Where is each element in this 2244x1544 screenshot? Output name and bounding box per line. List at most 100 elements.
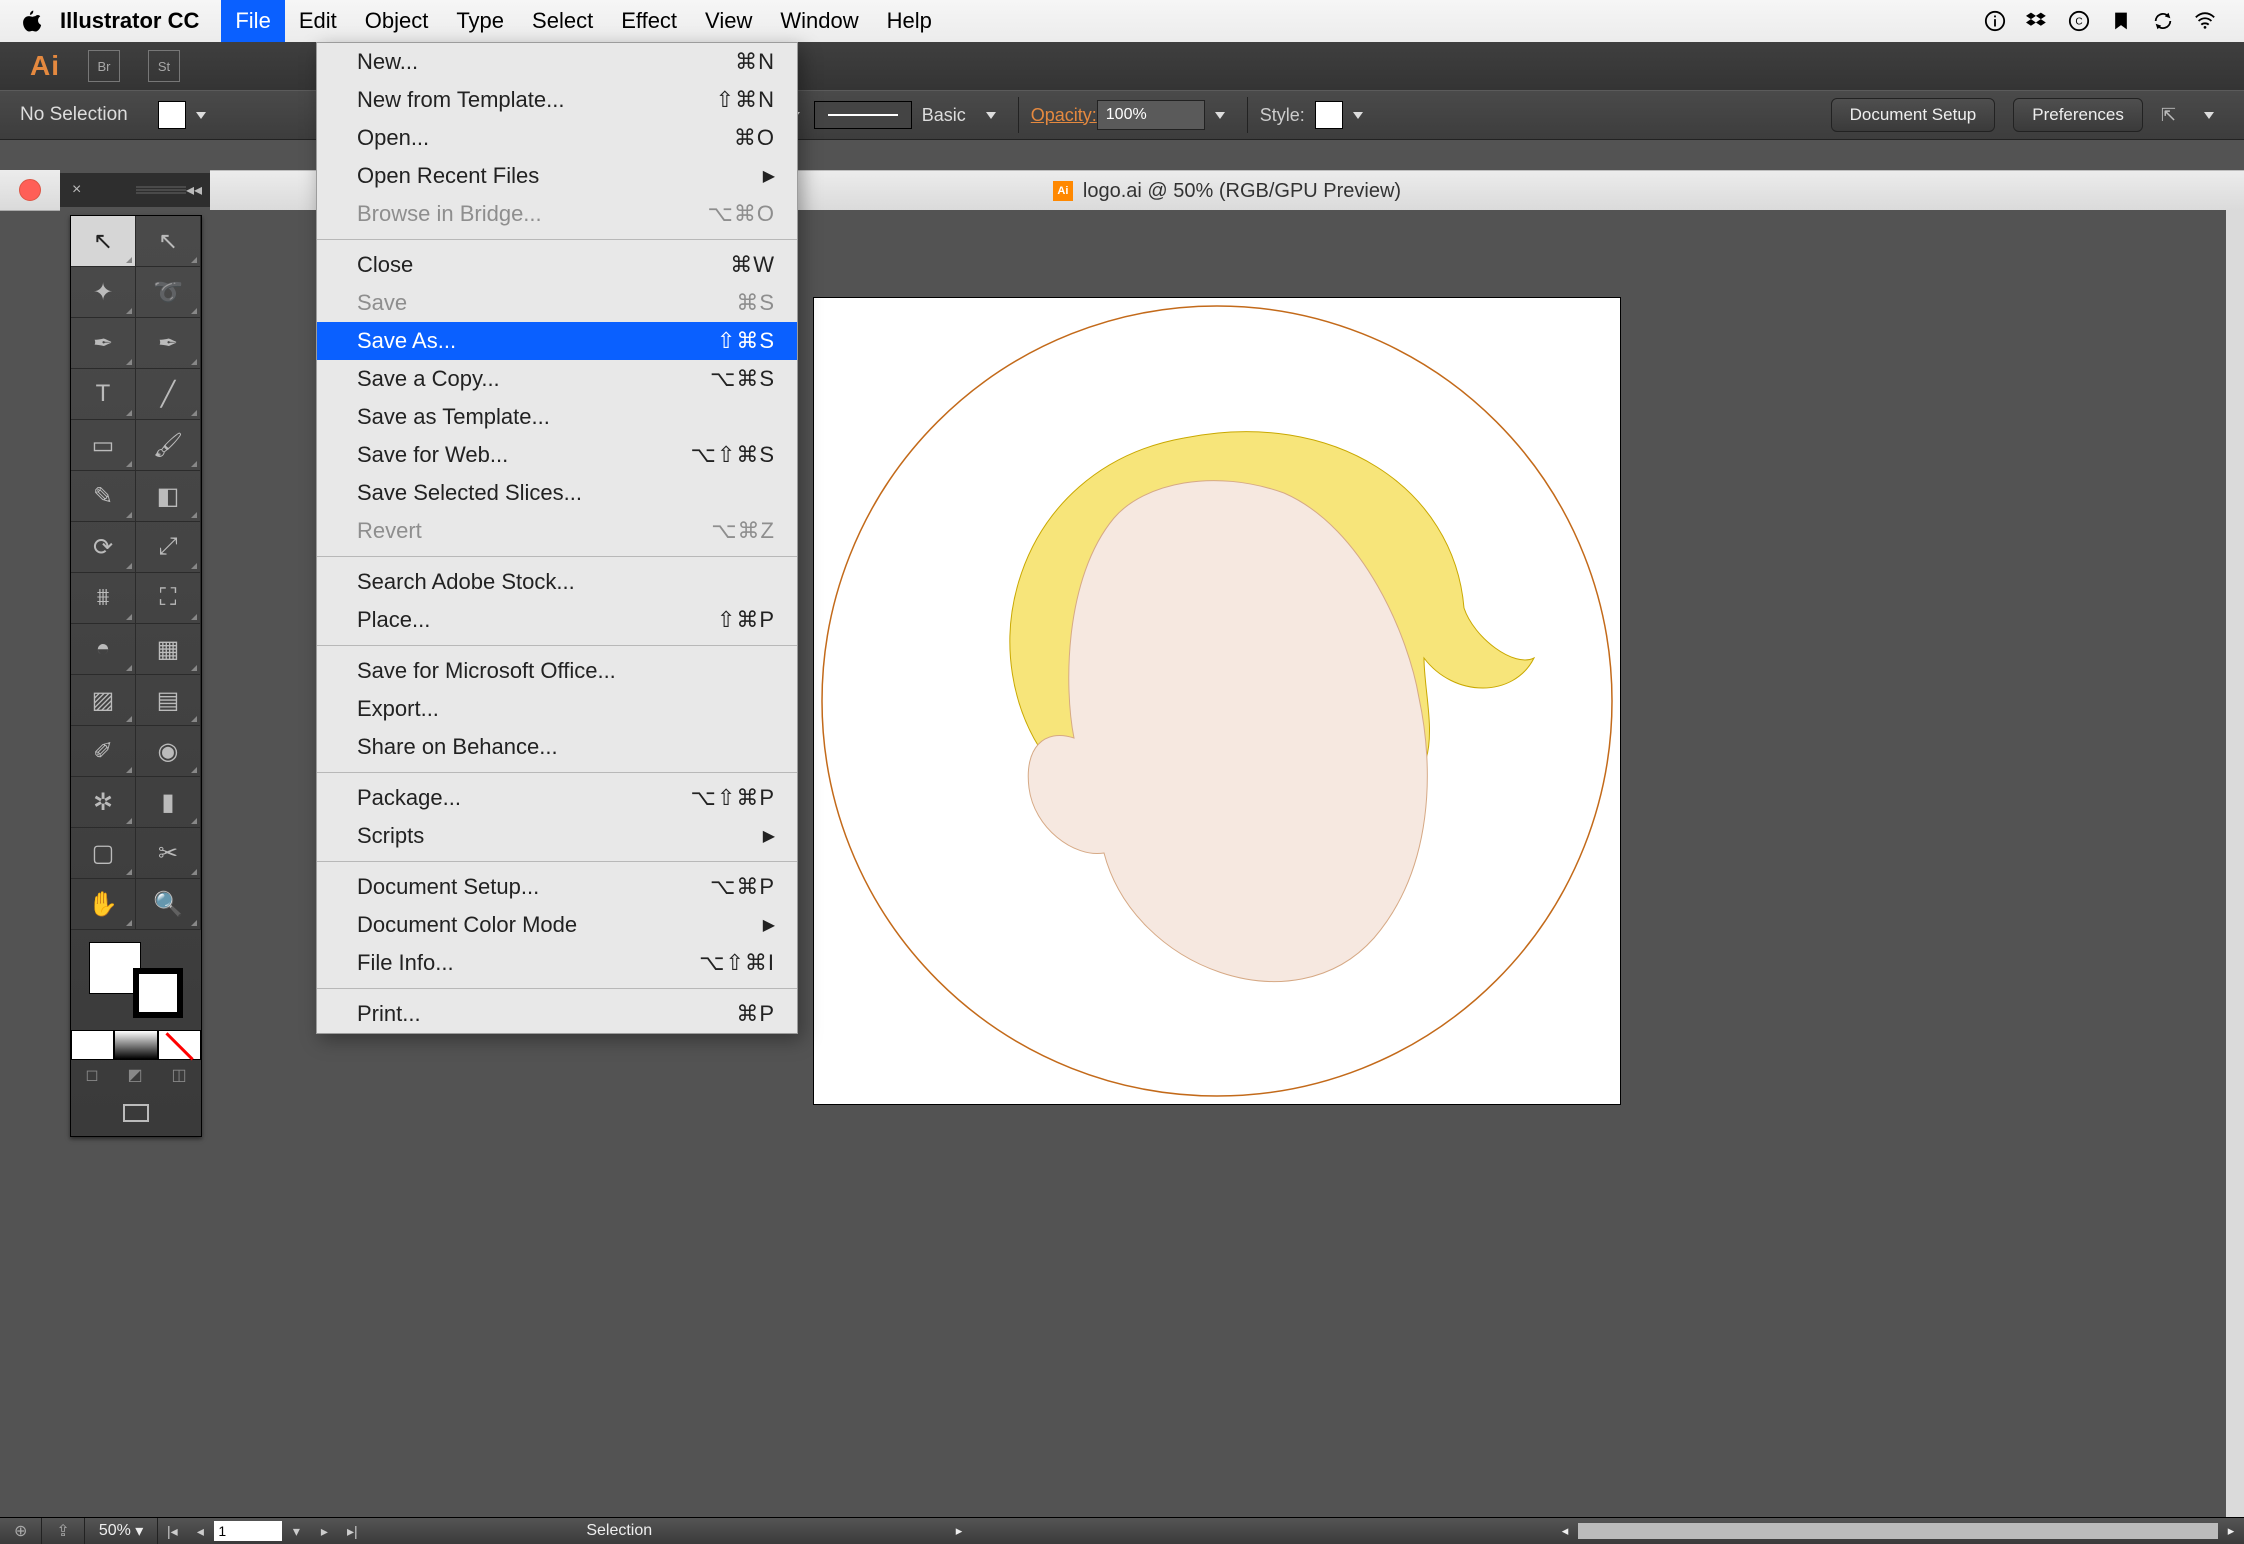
- symbol-sprayer-tool[interactable]: ✲: [71, 777, 136, 828]
- curvature-tool[interactable]: ✒: [136, 318, 201, 369]
- mesh-tool[interactable]: ▨: [71, 675, 136, 726]
- cc-icon[interactable]: C: [2068, 10, 2090, 32]
- shape-builder-tool[interactable]: ◓: [71, 624, 136, 675]
- artboard[interactable]: [814, 298, 1620, 1104]
- menu-item-close[interactable]: Close⌘W: [317, 246, 797, 284]
- close-panel-icon[interactable]: ×: [72, 181, 81, 199]
- menu-item-save-for-microsoft-office[interactable]: Save for Microsoft Office...: [317, 652, 797, 690]
- hand-tool[interactable]: ✋: [71, 879, 136, 930]
- artboard-tool[interactable]: ▢: [71, 828, 136, 879]
- gradient-tool[interactable]: ▤: [136, 675, 201, 726]
- pin-icon[interactable]: ⇱: [2161, 105, 2176, 126]
- free-transform-tool[interactable]: ⛶: [136, 573, 201, 624]
- brush-dropdown-icon[interactable]: [986, 112, 996, 119]
- nav-first-button[interactable]: |◂: [158, 1518, 186, 1544]
- nav-next-button[interactable]: ▸: [310, 1518, 338, 1544]
- menu-select[interactable]: Select: [518, 0, 607, 42]
- info-icon[interactable]: [1984, 10, 2006, 32]
- menu-type[interactable]: Type: [442, 0, 518, 42]
- width-tool[interactable]: ⩩: [71, 573, 136, 624]
- menu-item-save-as[interactable]: Save As...⇧⌘S: [317, 322, 797, 360]
- brush-sample[interactable]: [814, 101, 912, 129]
- document-setup-button[interactable]: Document Setup: [1831, 98, 1996, 132]
- lasso-tool[interactable]: ➰: [136, 267, 201, 318]
- menu-item-search-adobe-stock[interactable]: Search Adobe Stock...: [317, 563, 797, 601]
- fill-dropdown-icon[interactable]: [196, 112, 206, 119]
- color-mode-solid[interactable]: [71, 1030, 114, 1060]
- eraser-tool[interactable]: ◧: [136, 471, 201, 522]
- menu-item-scripts[interactable]: Scripts▶: [317, 817, 797, 855]
- menu-item-open[interactable]: Open...⌘O: [317, 119, 797, 157]
- menu-item-export[interactable]: Export...: [317, 690, 797, 728]
- graph-tool[interactable]: ▮: [136, 777, 201, 828]
- menu-item-save-as-template[interactable]: Save as Template...: [317, 398, 797, 436]
- menu-item-share-on-behance[interactable]: Share on Behance...: [317, 728, 797, 766]
- nav-last-button[interactable]: ▸|: [338, 1518, 366, 1544]
- menu-edit[interactable]: Edit: [285, 0, 351, 42]
- stock-button[interactable]: St: [148, 50, 180, 82]
- bridge-button[interactable]: Br: [88, 50, 120, 82]
- scale-tool[interactable]: ⤢: [136, 522, 201, 573]
- statusbar-scroll[interactable]: ▸◂▸: [946, 1523, 2244, 1539]
- opacity-input[interactable]: [1097, 100, 1205, 130]
- menu-item-new-from-template[interactable]: New from Template...⇧⌘N: [317, 81, 797, 119]
- blend-tool[interactable]: ◉: [136, 726, 201, 777]
- menu-item-document-color-mode[interactable]: Document Color Mode▶: [317, 906, 797, 944]
- magic-wand-tool[interactable]: ✦: [71, 267, 136, 318]
- menu-item-file-info[interactable]: File Info...⌥⇧⌘I: [317, 944, 797, 982]
- page-field[interactable]: 1: [214, 1521, 282, 1541]
- menu-view[interactable]: View: [691, 0, 766, 42]
- screen-mode-button[interactable]: [71, 1090, 201, 1136]
- direct-selection-tool[interactable]: ↖: [136, 216, 201, 267]
- apple-logo-icon[interactable]: [0, 10, 60, 32]
- color-mode-gradient[interactable]: [114, 1030, 157, 1060]
- menu-item-document-setup[interactable]: Document Setup...⌥⌘P: [317, 868, 797, 906]
- menu-item-open-recent-files[interactable]: Open Recent Files▶: [317, 157, 797, 195]
- eyedropper-tool[interactable]: ✐: [71, 726, 136, 777]
- draw-normal-icon[interactable]: ◻: [85, 1065, 98, 1085]
- close-window-button[interactable]: [19, 179, 41, 201]
- preferences-button[interactable]: Preferences: [2013, 98, 2143, 132]
- dropbox-icon[interactable]: [2026, 10, 2048, 32]
- stroke-color[interactable]: [133, 968, 183, 1018]
- wifi-icon[interactable]: [2194, 10, 2216, 32]
- paintbrush-tool[interactable]: 🖌: [136, 420, 201, 471]
- pencil-tool[interactable]: ✎: [71, 471, 136, 522]
- menu-window[interactable]: Window: [766, 0, 872, 42]
- draw-inside-icon[interactable]: ◫: [171, 1065, 186, 1085]
- menu-effect[interactable]: Effect: [607, 0, 691, 42]
- statusbar-export-icon[interactable]: ⇪: [42, 1518, 84, 1544]
- draw-behind-icon[interactable]: ◩: [128, 1065, 143, 1085]
- rectangle-tool[interactable]: ▭: [71, 420, 136, 471]
- panel-handle[interactable]: × ◂◂: [60, 173, 210, 207]
- selection-mode[interactable]: Selection: [586, 1522, 652, 1540]
- color-mode-none[interactable]: [158, 1030, 201, 1060]
- style-dropdown-icon[interactable]: [1353, 112, 1363, 119]
- zoom-tool[interactable]: 🔍: [136, 879, 201, 930]
- menu-item-save-selected-slices[interactable]: Save Selected Slices...: [317, 474, 797, 512]
- menu-item-place[interactable]: Place...⇧⌘P: [317, 601, 797, 639]
- menu-object[interactable]: Object: [351, 0, 443, 42]
- opacity-dropdown-icon[interactable]: [1215, 112, 1225, 119]
- menu-file[interactable]: File: [221, 0, 284, 42]
- perspective-tool[interactable]: ▦: [136, 624, 201, 675]
- pen-tool[interactable]: ✒: [71, 318, 136, 369]
- rotate-tool[interactable]: ⟳: [71, 522, 136, 573]
- collapse-icon[interactable]: ◂◂: [186, 180, 202, 200]
- style-swatch[interactable]: [1315, 101, 1343, 129]
- type-tool[interactable]: T: [71, 369, 136, 420]
- menu-help[interactable]: Help: [873, 0, 946, 42]
- menu-item-print[interactable]: Print...⌘P: [317, 995, 797, 1033]
- bookmark-icon[interactable]: [2110, 10, 2132, 32]
- fill-swatch[interactable]: [158, 101, 186, 129]
- line-tool[interactable]: ╱: [136, 369, 201, 420]
- menu-item-save-a-copy[interactable]: Save a Copy...⌥⌘S: [317, 360, 797, 398]
- app-name[interactable]: Illustrator CC: [60, 8, 199, 34]
- zoom-level[interactable]: 50% ▾: [85, 1518, 159, 1544]
- menu-item-new[interactable]: New...⌘N: [317, 43, 797, 81]
- sync-icon[interactable]: [2152, 10, 2174, 32]
- menu-item-save-for-web[interactable]: Save for Web...⌥⇧⌘S: [317, 436, 797, 474]
- fill-stroke-swatch[interactable]: [71, 930, 201, 1030]
- selection-tool[interactable]: ↖: [71, 216, 136, 267]
- controlbar-menu-icon[interactable]: [2204, 112, 2214, 119]
